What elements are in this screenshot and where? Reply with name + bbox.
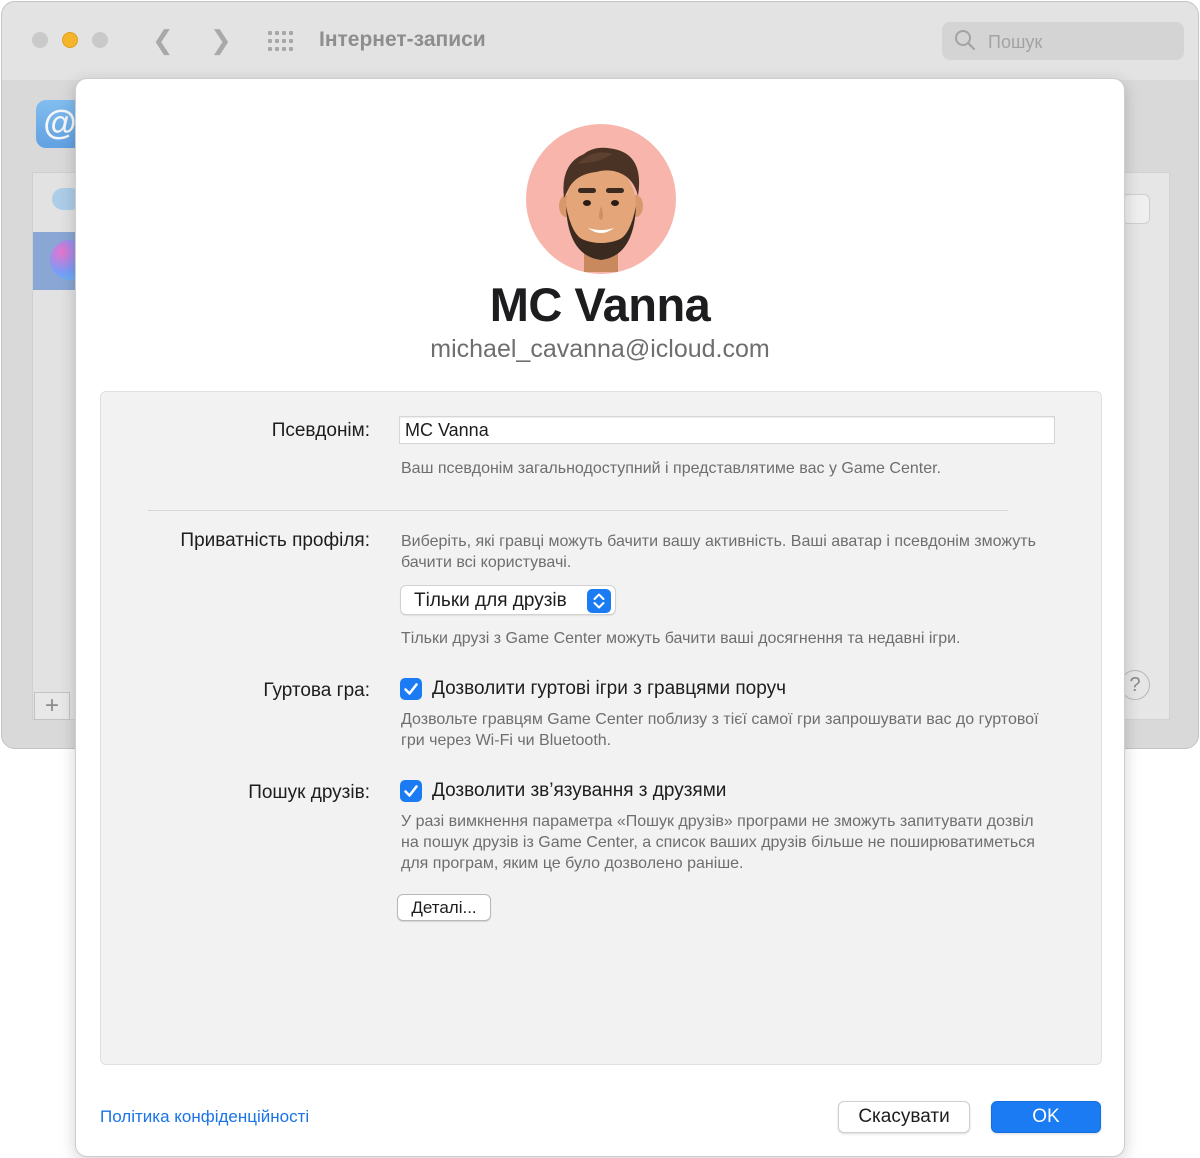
chevron-left-icon[interactable]: ❮ xyxy=(152,26,174,54)
search-field[interactable]: Пошук xyxy=(942,22,1184,60)
account-details-panel xyxy=(1122,172,1170,720)
checkmark-icon xyxy=(404,683,418,695)
find-friends-label: Пошук друзів: xyxy=(248,782,370,803)
multiplayer-checkbox[interactable] xyxy=(400,678,422,700)
profile-privacy-popup[interactable]: Тільки для друзів xyxy=(400,585,616,615)
cancel-button[interactable]: Скасувати xyxy=(838,1101,970,1133)
nickname-input[interactable] xyxy=(399,416,1055,444)
multiplayer-hint: Дозвольте гравцям Game Center поблизу з … xyxy=(401,711,1039,749)
nickname-hint: Ваш псевдонім загальнодоступний і предст… xyxy=(401,460,941,477)
profile-privacy-hint: Тільки друзі з Game Center можуть бачити… xyxy=(401,630,961,647)
zoom-window-button[interactable] xyxy=(92,32,108,48)
profile-privacy-selected: Тільки для друзів xyxy=(414,590,567,611)
close-window-button[interactable] xyxy=(32,32,48,48)
multiplayer-label: Гуртова гра: xyxy=(263,680,370,701)
window-toolbar: ❮ ❯ Інтернет-записи Пошук xyxy=(2,2,1198,80)
settings-panel: Псевдонім: Ваш псевдонім загальнодоступн… xyxy=(100,391,1102,1065)
profile-privacy-description: Виберіть, які гравці можуть бачити вашу … xyxy=(401,533,1036,571)
search-icon xyxy=(955,30,976,51)
checkmark-icon xyxy=(404,785,418,797)
privacy-policy-link[interactable]: Політика конфіденційності xyxy=(100,1107,309,1127)
divider xyxy=(148,510,1008,511)
find-friends-hint: У разі вимкнення параметра «Пошук друзів… xyxy=(401,813,1035,872)
search-placeholder: Пошук xyxy=(988,32,1043,52)
profile-email: michael_cavanna@icloud.com xyxy=(430,335,770,363)
add-account-button[interactable]: + xyxy=(34,692,70,720)
multiplayer-checkbox-label[interactable]: Дозволити гуртові ігри з гравцями поруч xyxy=(432,678,786,700)
ok-button[interactable]: OK xyxy=(991,1101,1101,1133)
game-center-settings-sheet: MC Vanna michael_cavanna@icloud.com Псев… xyxy=(75,78,1125,1157)
profile-name: MC Vanna xyxy=(489,278,711,331)
minimize-window-button[interactable] xyxy=(62,32,78,48)
memoji-avatar-icon xyxy=(559,147,643,272)
chevron-up-down-icon xyxy=(587,589,611,613)
avatar[interactable] xyxy=(526,124,676,274)
details-button[interactable]: Деталі... xyxy=(397,894,491,921)
nickname-label: Псевдонім: xyxy=(271,420,370,441)
window-title: Інтернет-записи xyxy=(319,28,486,51)
details-field xyxy=(1122,194,1150,224)
find-friends-checkbox[interactable] xyxy=(400,780,422,802)
find-friends-checkbox-label[interactable]: Дозволити зв’язування з друзями xyxy=(432,780,726,802)
chevron-right-icon[interactable]: ❯ xyxy=(210,26,232,54)
show-all-grid-icon[interactable] xyxy=(268,31,294,51)
profile-privacy-label: Приватність профіля: xyxy=(180,530,370,551)
